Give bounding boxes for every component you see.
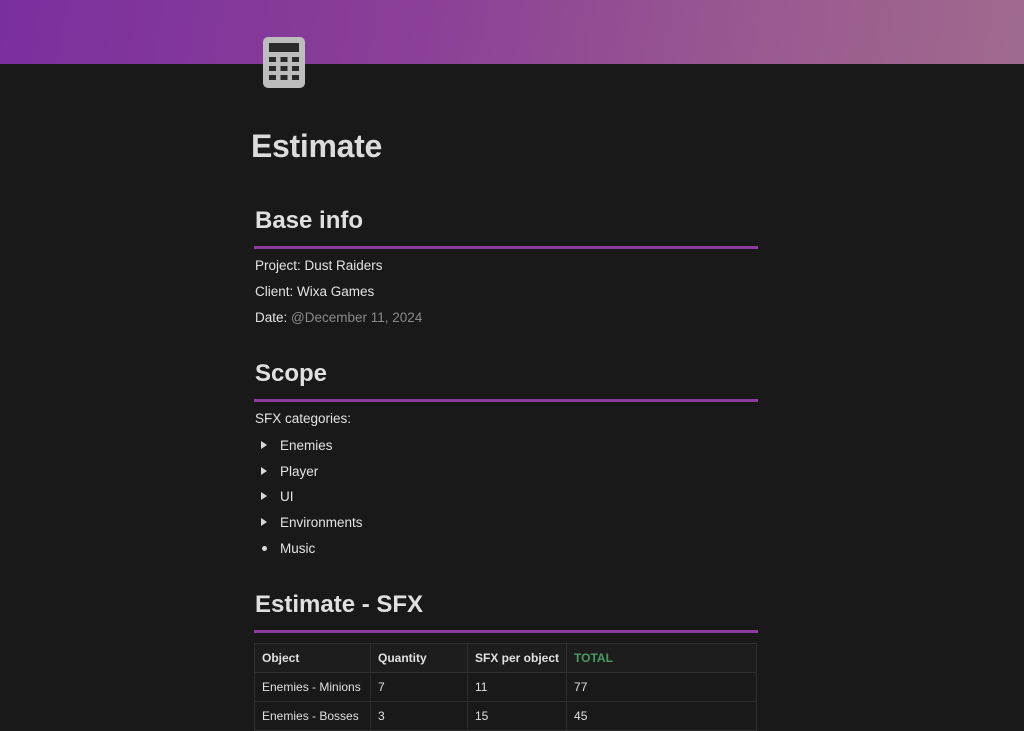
heading-divider <box>254 630 758 633</box>
table-cell[interactable]: Enemies - Minions <box>254 672 371 702</box>
toggle-item-player[interactable]: Player <box>258 462 318 480</box>
heading-base-info[interactable]: Base info <box>255 207 363 235</box>
calculator-icon[interactable] <box>262 36 306 89</box>
heading-divider <box>254 399 758 402</box>
table-cell[interactable]: 77 <box>566 672 758 702</box>
project-line[interactable]: Project: Dust Raiders <box>255 258 383 273</box>
toggle-triangle-icon[interactable] <box>261 441 267 449</box>
list-item-music[interactable]: Music <box>258 539 315 557</box>
table-cell[interactable]: Enemies - Bosses <box>254 701 371 731</box>
sfx-estimate-table: Object Quantity SFX per object TOTAL Ene… <box>254 643 758 731</box>
date-label: Date: <box>255 310 292 325</box>
bullet-icon <box>262 545 267 551</box>
table-cell[interactable]: 15 <box>466 701 568 731</box>
toggle-label: Environments <box>280 514 363 530</box>
table-header-row: Object Quantity SFX per object TOTAL <box>254 643 758 673</box>
toggle-label: UI <box>280 488 294 504</box>
table-row: Enemies - Bosses 3 15 45 <box>254 701 758 731</box>
heading-scope[interactable]: Scope <box>255 360 327 388</box>
toggle-item-ui[interactable]: UI <box>258 487 294 505</box>
table-cell[interactable]: 45 <box>566 701 758 731</box>
heading-estimate-sfx[interactable]: Estimate - SFX <box>255 591 423 619</box>
column-header-sfx-per-object[interactable]: SFX per object <box>466 643 568 673</box>
table-cell[interactable]: 7 <box>370 672 468 702</box>
table-cell[interactable]: 3 <box>370 701 468 731</box>
column-header-object[interactable]: Object <box>254 643 371 673</box>
toggle-triangle-icon[interactable] <box>261 467 267 475</box>
toggle-item-environments[interactable]: Environments <box>258 513 363 531</box>
column-header-quantity[interactable]: Quantity <box>370 643 468 673</box>
toggle-label: Enemies <box>280 437 333 453</box>
scope-intro[interactable]: SFX categories: <box>255 411 351 426</box>
table-row: Enemies - Minions 7 11 77 <box>254 672 758 702</box>
toggle-label: Player <box>280 463 319 479</box>
table-cell[interactable]: 11 <box>466 672 568 702</box>
page-title[interactable]: Estimate <box>251 128 382 165</box>
date-mention[interactable]: @December 11, 2024 <box>291 310 422 325</box>
toggle-triangle-icon[interactable] <box>261 518 267 526</box>
date-line[interactable]: Date: @December 11, 2024 <box>255 310 422 325</box>
client-line[interactable]: Client: Wixa Games <box>255 284 374 299</box>
column-header-total[interactable]: TOTAL <box>566 643 758 673</box>
heading-divider <box>254 246 758 249</box>
toggle-triangle-icon[interactable] <box>261 492 267 500</box>
toggle-item-enemies[interactable]: Enemies <box>258 436 333 454</box>
page-cover <box>0 0 1024 64</box>
list-item-label: Music <box>280 540 316 556</box>
